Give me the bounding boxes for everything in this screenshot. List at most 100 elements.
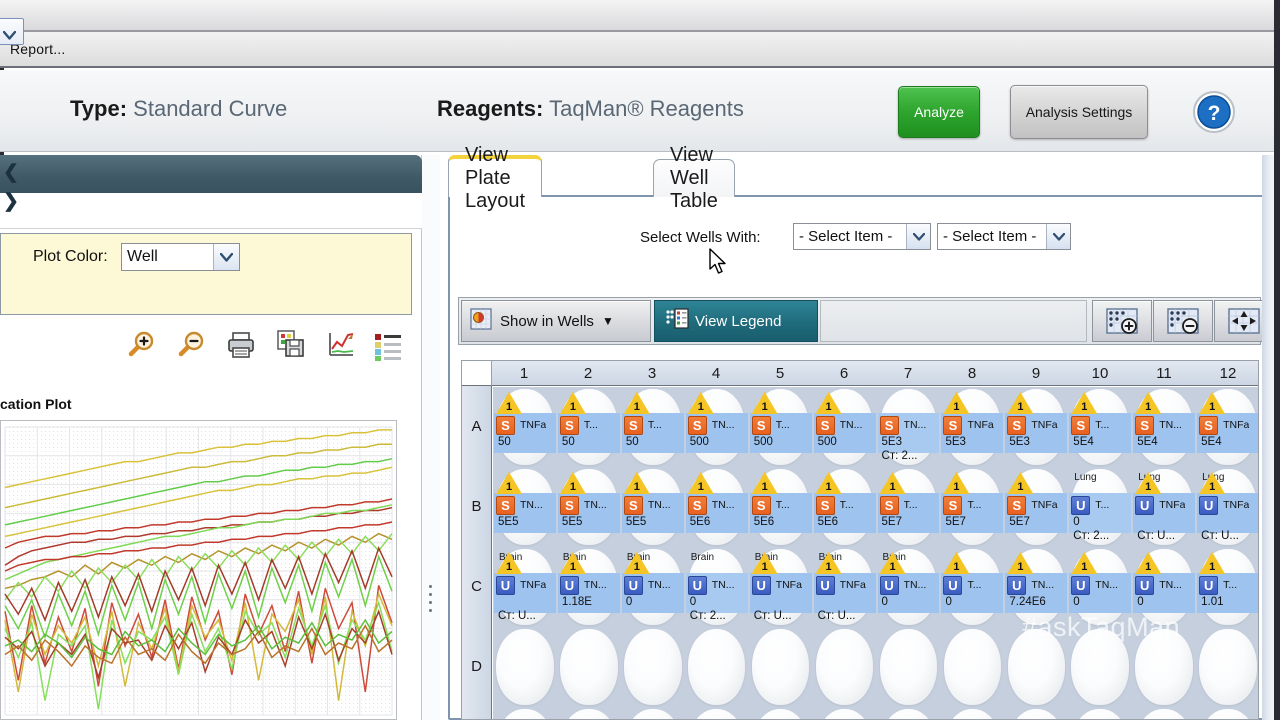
- plate-column-header-3[interactable]: 3: [620, 361, 684, 385]
- plate-row-header-B[interactable]: B: [462, 466, 491, 546]
- plate-row-header-D[interactable]: D: [462, 626, 491, 706]
- well-E2[interactable]: [557, 707, 621, 719]
- well-D11[interactable]: [1132, 627, 1196, 707]
- plate-column-header-10[interactable]: 10: [1068, 361, 1132, 385]
- well-E6[interactable]: [813, 707, 877, 719]
- well-C4[interactable]: Brain U TN... 0 Cт: 2...: [685, 547, 749, 627]
- plate-column-header-7[interactable]: 7: [876, 361, 940, 385]
- well-A3[interactable]: 1 S T... 50: [621, 387, 685, 467]
- well-B9[interactable]: 1 S TNFa 5E7: [1004, 467, 1068, 547]
- well-C2[interactable]: Brain1UTN...1.18E: [557, 547, 621, 627]
- well-D8[interactable]: [940, 627, 1004, 707]
- well-E8[interactable]: [940, 707, 1004, 719]
- plate-column-header-8[interactable]: 8: [940, 361, 1004, 385]
- analyze-button[interactable]: Analyze: [898, 86, 980, 138]
- well-E9[interactable]: [1004, 707, 1068, 719]
- well-A5[interactable]: 1 S T... 500: [749, 387, 813, 467]
- amplification-plot[interactable]: [0, 420, 397, 720]
- plot-option-dropdown-partial[interactable]: [0, 18, 24, 45]
- well-A9[interactable]: 1 S TNFa 5E3: [1004, 387, 1068, 467]
- well-C5[interactable]: Brain1UTNFaCт: U...: [749, 547, 813, 627]
- plate-column-header-11[interactable]: 11: [1132, 361, 1196, 385]
- well-A10[interactable]: 1 S T... 5E4: [1068, 387, 1132, 467]
- well-C3[interactable]: Brain1UTN...0: [621, 547, 685, 627]
- plate-column-header-6[interactable]: 6: [812, 361, 876, 385]
- well-C11[interactable]: 1 U TN... 0: [1132, 547, 1196, 627]
- plate-column-header-4[interactable]: 4: [684, 361, 748, 385]
- well-E7[interactable]: [877, 707, 941, 719]
- plate-grid[interactable]: 123456789101112 ABCDE 1STNFa501ST...501S…: [461, 360, 1259, 720]
- well-C9[interactable]: 1 U TN... 7.24E6: [1004, 547, 1068, 627]
- well-B12[interactable]: Lung1UTNFaCт: U...: [1196, 467, 1258, 547]
- well-B2[interactable]: 1 S TN... 5E5: [557, 467, 621, 547]
- tab-view-plate-layout[interactable]: View Plate Layout: [448, 144, 543, 212]
- well-C8[interactable]: 1 U T... 0: [940, 547, 1004, 627]
- plate-column-header-9[interactable]: 9: [1004, 361, 1068, 385]
- well-B11[interactable]: Lung1UTNFaCт: U...: [1132, 467, 1196, 547]
- well-C7[interactable]: Brain1UTN...0: [877, 547, 941, 627]
- well-D1[interactable]: [493, 627, 557, 707]
- panel-splitter[interactable]: [422, 155, 440, 720]
- well-A12[interactable]: 1 S TNFa 5E4: [1196, 387, 1258, 467]
- select-wells-dropdown-2[interactable]: - Select Item -: [937, 223, 1071, 250]
- show-in-wells-button[interactable]: Show in Wells ▼: [461, 300, 651, 342]
- well-B5[interactable]: 1 S T... 5E6: [749, 467, 813, 547]
- plate-zoom-out-icon[interactable]: [1153, 300, 1213, 342]
- well-A6[interactable]: 1 S TN... 500: [813, 387, 877, 467]
- well-B7[interactable]: 1 S T... 5E7: [877, 467, 941, 547]
- legend-list-icon[interactable]: [368, 325, 406, 363]
- chevron-left-icon[interactable]: ❮: [3, 163, 19, 182]
- well-E3[interactable]: [621, 707, 685, 719]
- plate-row-header-E[interactable]: E: [462, 706, 491, 719]
- plate-zoom-in-icon[interactable]: [1092, 300, 1152, 342]
- save-image-icon[interactable]: [272, 325, 310, 363]
- well-A7[interactable]: S TN... 5E3 Cт: 2...: [877, 387, 941, 467]
- well-B10[interactable]: Lung U T... 0 Cт: 2...: [1068, 467, 1132, 547]
- plate-column-header-5[interactable]: 5: [748, 361, 812, 385]
- well-D5[interactable]: [749, 627, 813, 707]
- print-icon[interactable]: [222, 325, 260, 363]
- well-D6[interactable]: [813, 627, 877, 707]
- well-B8[interactable]: 1 S T... 5E7: [940, 467, 1004, 547]
- well-E10[interactable]: [1068, 707, 1132, 719]
- well-A2[interactable]: 1 S T... 50: [557, 387, 621, 467]
- well-E4[interactable]: [685, 707, 749, 719]
- well-B3[interactable]: 1 S TN... 5E5: [621, 467, 685, 547]
- well-D3[interactable]: [621, 627, 685, 707]
- well-C6[interactable]: Brain1UTNFaCт: U...: [813, 547, 877, 627]
- well-D4[interactable]: [685, 627, 749, 707]
- well-A1[interactable]: 1 S TNFa 50: [493, 387, 557, 467]
- well-A11[interactable]: 1 S TN... 5E4: [1132, 387, 1196, 467]
- plate-column-header-1[interactable]: 1: [492, 361, 556, 385]
- well-E11[interactable]: [1132, 707, 1196, 719]
- plate-row-header-C[interactable]: C: [462, 546, 491, 626]
- well-D9[interactable]: [1004, 627, 1068, 707]
- well-D7[interactable]: [877, 627, 941, 707]
- well-B4[interactable]: 1 S TN... 5E6: [685, 467, 749, 547]
- tab-view-well-table[interactable]: View Well Table: [653, 144, 735, 212]
- well-B1[interactable]: 1 S TN... 5E5: [493, 467, 557, 547]
- chevron-right-icon[interactable]: ❯: [3, 192, 19, 211]
- well-C12[interactable]: 1 U T... 1.01: [1196, 547, 1258, 627]
- well-D10[interactable]: [1068, 627, 1132, 707]
- plate-column-header-2[interactable]: 2: [556, 361, 620, 385]
- select-wells-dropdown-1[interactable]: - Select Item -: [793, 223, 931, 250]
- plate-column-header-12[interactable]: 12: [1196, 361, 1258, 385]
- well-D12[interactable]: [1196, 627, 1258, 707]
- well-E5[interactable]: [749, 707, 813, 719]
- well-E1[interactable]: [493, 707, 557, 719]
- plate-row-header-A[interactable]: A: [462, 386, 491, 466]
- help-question-icon[interactable]: ?: [1192, 90, 1236, 134]
- well-E12[interactable]: [1196, 707, 1258, 719]
- splitter-drag-handle[interactable]: [429, 585, 433, 612]
- plot-color-select[interactable]: Well: [121, 243, 240, 271]
- view-legend-button[interactable]: View Legend: [654, 300, 818, 342]
- well-C1[interactable]: Brain1UTNFaCт: U...: [493, 547, 557, 627]
- zoom-in-icon[interactable]: [122, 325, 160, 363]
- well-B6[interactable]: 1 S T... 5E6: [813, 467, 877, 547]
- analysis-settings-button[interactable]: Analysis Settings: [1010, 85, 1148, 139]
- well-C10[interactable]: 1 U TN... 0: [1068, 547, 1132, 627]
- zoom-out-icon[interactable]: [172, 325, 210, 363]
- plot-settings-icon[interactable]: [322, 325, 360, 363]
- well-A8[interactable]: 1 S TNFa 5E3: [940, 387, 1004, 467]
